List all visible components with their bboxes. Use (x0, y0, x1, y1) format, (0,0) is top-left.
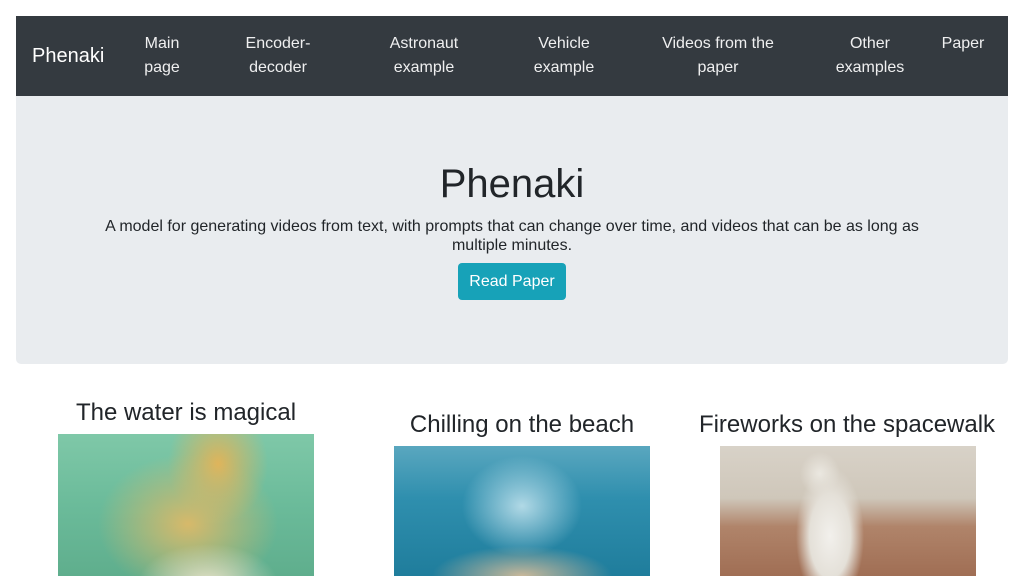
example-title-water: The water is magical (75, 399, 297, 426)
nav-link-paper[interactable]: Paper (936, 32, 990, 56)
hero-jumbotron: Phenaki A model for generating videos fr… (16, 96, 1008, 364)
hero-description: A model for generating videos from text,… (105, 218, 919, 254)
example-title-spacewalk: Fireworks on the spacewalk (698, 411, 996, 438)
nav-link-main-page[interactable]: Main page (130, 32, 194, 80)
top-navbar: Phenaki Main page Encoder-decoder Astron… (16, 16, 1008, 96)
nav-link-astronaut-example[interactable]: Astronaut example (368, 32, 480, 80)
page-title: Phenaki (439, 162, 585, 206)
example-video-beach[interactable] (394, 446, 650, 576)
nav-link-videos-from-paper[interactable]: Videos from the paper (648, 32, 788, 80)
nav-link-vehicle-example[interactable]: Vehicle example (516, 32, 612, 80)
example-title-beach: Chilling on the beach (409, 411, 635, 438)
nav-link-other-examples[interactable]: Other examples (826, 32, 914, 80)
brand-link[interactable]: Phenaki (32, 44, 104, 68)
page: Phenaki Main page Encoder-decoder Astron… (0, 0, 1024, 576)
nav-link-encoder-decoder[interactable]: Encoder-decoder (230, 32, 326, 80)
read-paper-button[interactable]: Read Paper (458, 263, 566, 300)
example-video-water[interactable] (58, 434, 314, 576)
example-video-spacewalk[interactable] (720, 446, 976, 576)
